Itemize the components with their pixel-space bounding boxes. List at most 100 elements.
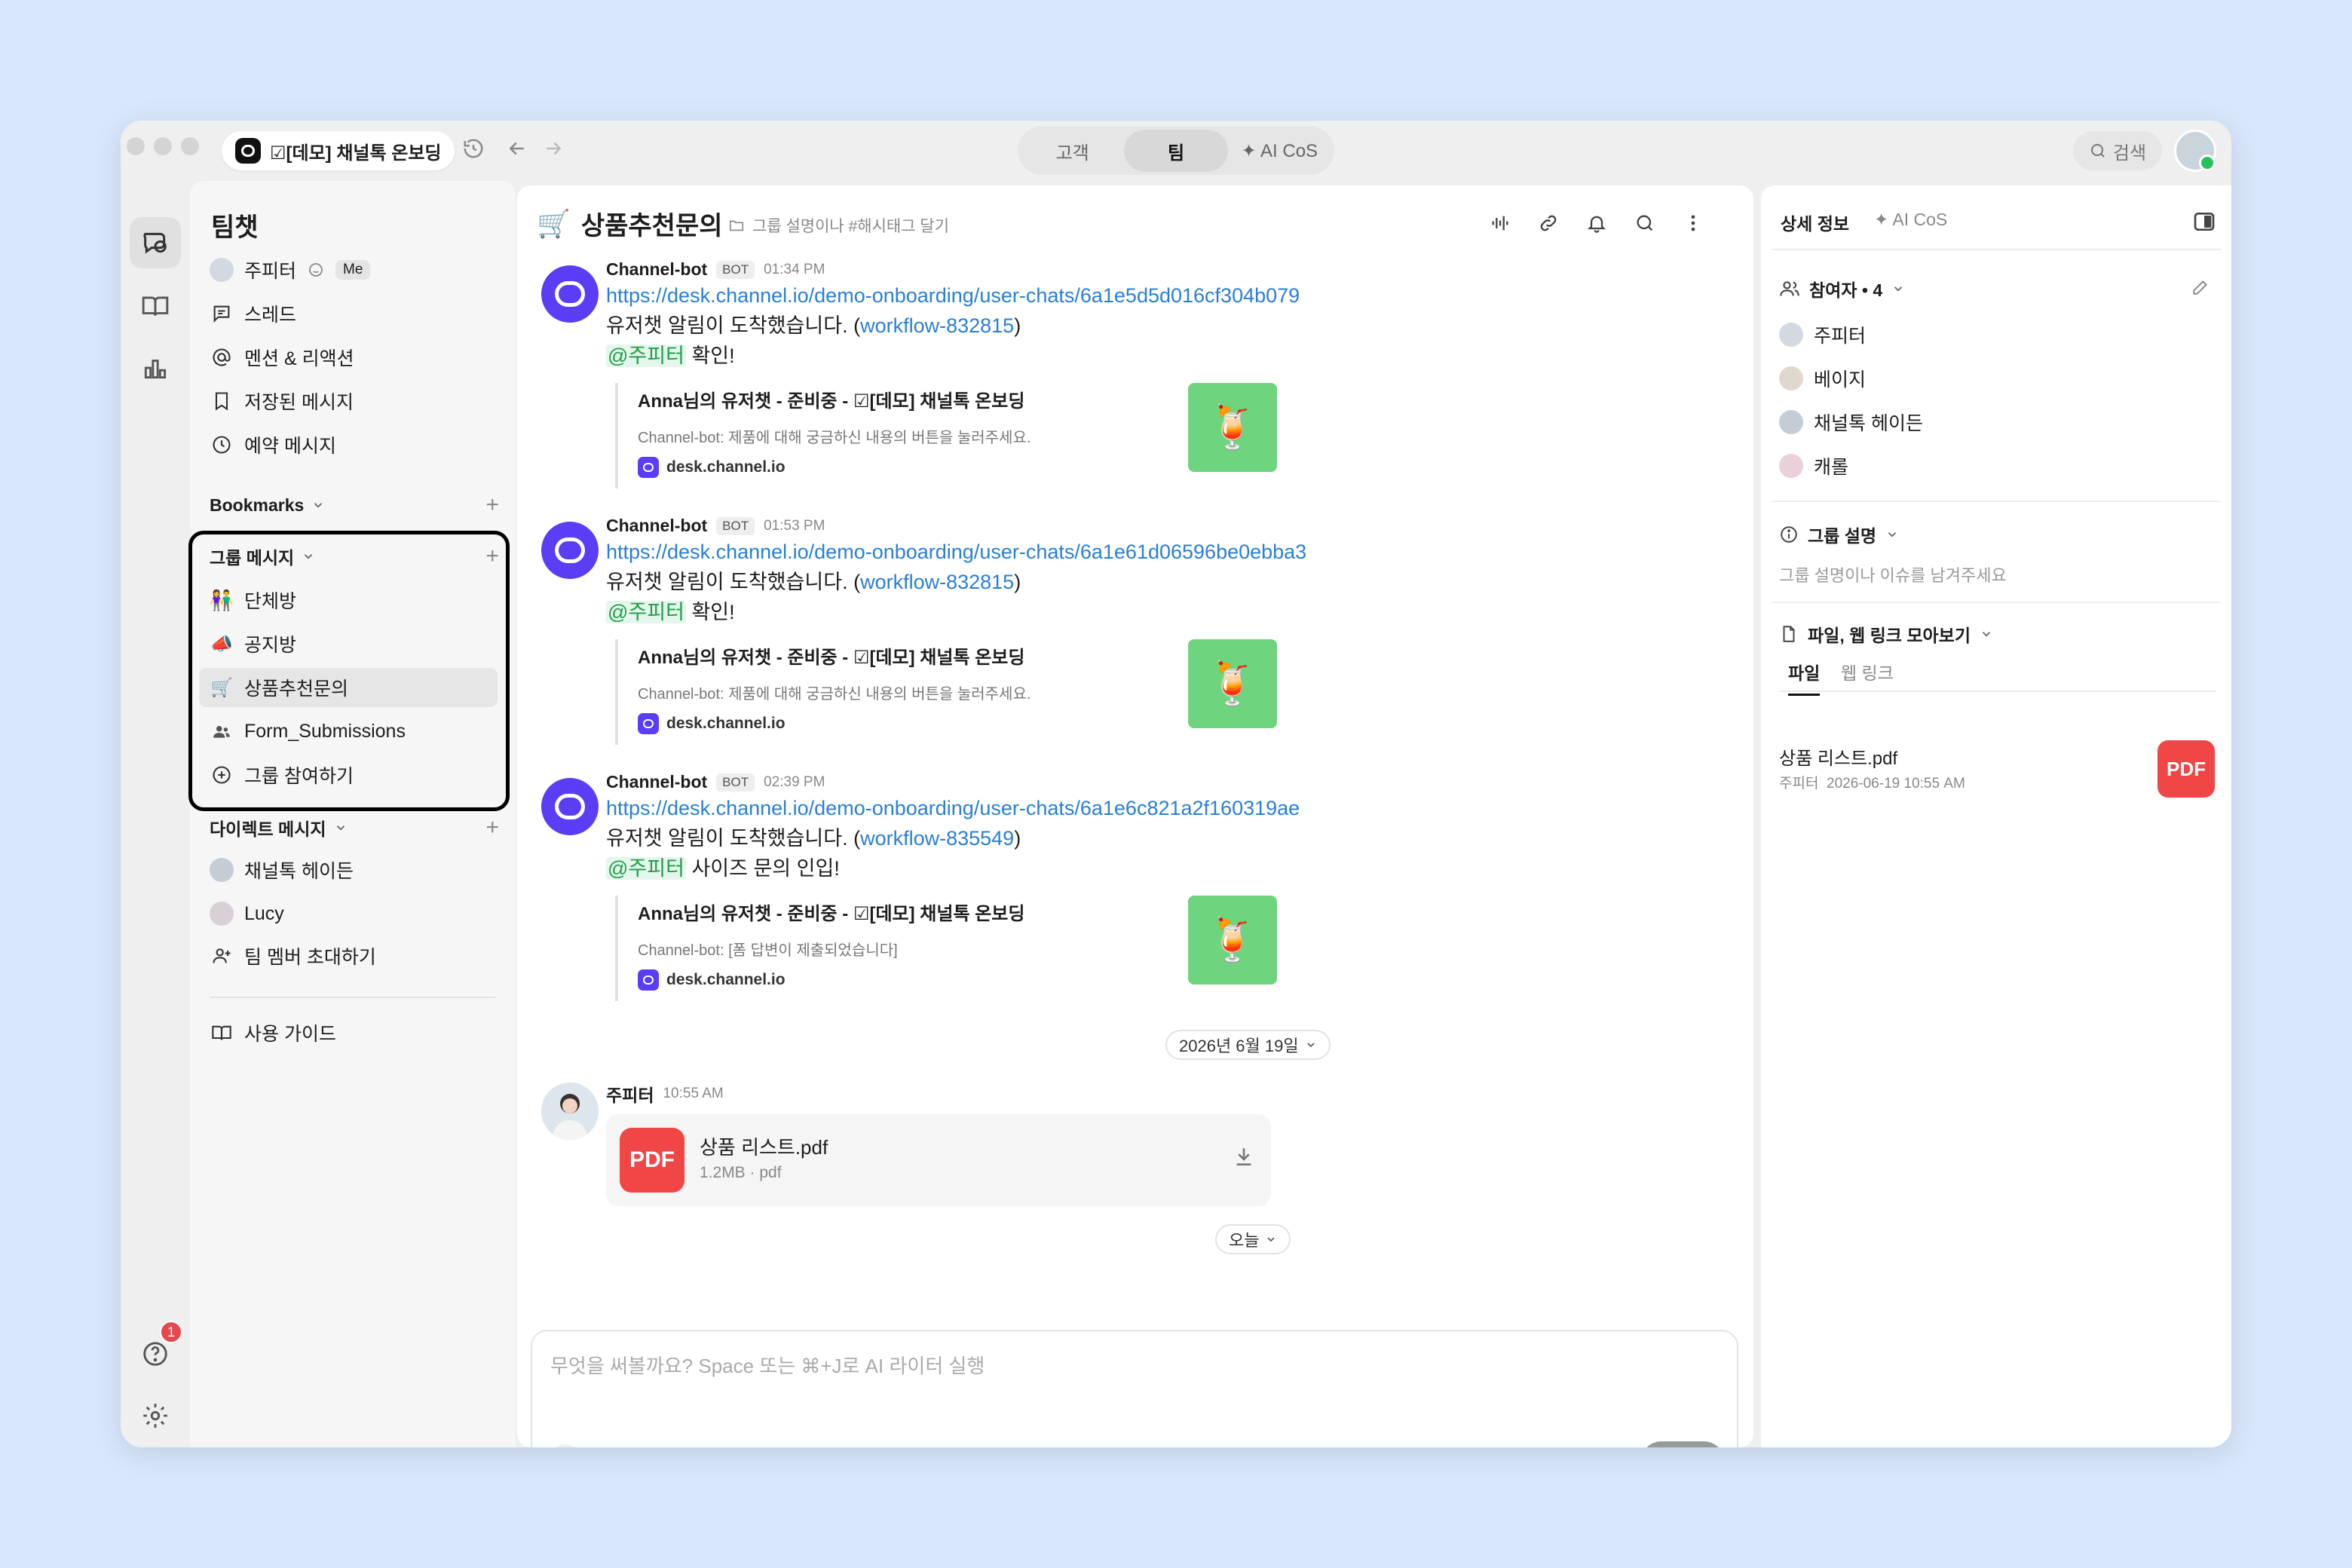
invite-member-button[interactable]: 팀 멤버 초대하기 (199, 936, 498, 975)
group-description-header[interactable]: 그룹 설명 (1779, 522, 1899, 547)
audio-wave-icon[interactable] (1487, 210, 1514, 237)
sidebar-item-dm-lucy[interactable]: Lucy (199, 894, 498, 933)
window-close-button[interactable] (127, 137, 145, 155)
segment-team[interactable]: 팀 (1124, 130, 1228, 172)
group-description-label: 그룹 설명 (1808, 526, 1877, 546)
pdf-file-icon: PDF (620, 1128, 684, 1193)
panel-divider (1772, 249, 2221, 250)
back-arrow-icon[interactable] (504, 137, 531, 164)
message-url-link[interactable]: https://desk.channel.io/demo-onboarding/… (606, 797, 1300, 819)
files-links-header[interactable]: 파일, 웹 링크 모아보기 (1779, 621, 1993, 647)
participant-item[interactable]: 채널톡 헤이든 (1779, 406, 1923, 439)
sidebar-item-me[interactable]: 주피터 Me (199, 250, 498, 289)
participant-item[interactable]: 주피터 (1779, 318, 1866, 351)
sidebar-item-threads[interactable]: 스레드 (199, 294, 498, 333)
workflow-link[interactable]: workflow-835549 (860, 827, 1014, 850)
add-dm-button[interactable]: + (485, 815, 499, 841)
tab-details[interactable]: 상세 정보 (1781, 210, 1849, 235)
chat-title: 🛒 상품추천문의 (537, 205, 723, 242)
file-attachment[interactable]: PDF 상품 리스트.pdf 1.2MB · pdf (606, 1114, 1271, 1206)
link-preview-card[interactable]: Anna님의 유저챗 - 준비중 - ☑[데모] 채널톡 온보딩 Channel… (615, 639, 1279, 745)
send-button[interactable] (1640, 1441, 1725, 1447)
link-preview-card[interactable]: Anna님의 유저챗 - 준비중 - ☑[데모] 채널톡 온보딩 Channel… (615, 383, 1279, 488)
help-notification-badge: 1 (160, 1321, 182, 1343)
tab-ai-cos[interactable]: ✦ AI CoS (1874, 210, 1947, 230)
sidebar-item-label: 저장된 메시지 (244, 392, 354, 413)
emoji-icon[interactable] (635, 1444, 671, 1447)
workflow-link[interactable]: workflow-832815 (860, 571, 1014, 593)
sidebar-item-scheduled[interactable]: 예약 메시지 (199, 425, 498, 464)
workspace-tab[interactable]: ☑[데모] 채널톡 온보딩 (222, 131, 455, 170)
thread-icon (210, 302, 234, 326)
workflow-link[interactable]: workflow-832815 (860, 314, 1014, 337)
chat-description-button[interactable]: 그룹 설명이나 #해시태그 달기 (728, 214, 949, 237)
bookmarks-header[interactable]: Bookmarks + (210, 490, 505, 520)
search-button[interactable]: 검색 (2073, 131, 2162, 170)
window-minimize-button[interactable] (154, 137, 172, 155)
tropical-drink-icon: 🍹 (1188, 896, 1277, 985)
settings-gear-icon[interactable] (130, 1390, 181, 1441)
pdf-file-icon[interactable]: PDF (2158, 740, 2215, 798)
link-preview-card[interactable]: Anna님의 유저챗 - 준비중 - ☑[데모] 채널톡 온보딩 Channel… (615, 896, 1279, 1001)
panel-file-name[interactable]: 상품 리스트.pdf (1779, 743, 1897, 770)
segment-customer[interactable]: 고객 (1021, 130, 1124, 172)
today-divider[interactable]: 오늘 (1215, 1224, 1291, 1254)
search-icon[interactable] (1631, 210, 1658, 237)
message-url-link[interactable]: https://desk.channel.io/demo-onboarding/… (606, 541, 1306, 563)
sidebar-item-dm-hayden[interactable]: 채널톡 헤이든 (199, 850, 498, 890)
message-text: 유저챗 알림이 도착했습니다. ( (606, 314, 861, 337)
participant-item[interactable]: 베이지 (1779, 362, 1866, 395)
tab-web-links[interactable]: 웹 링크 (1841, 659, 1894, 684)
forward-arrow-icon[interactable] (540, 137, 567, 164)
sidebar-item-label: 멘션 & 리액션 (244, 348, 354, 369)
bell-icon[interactable] (1583, 210, 1610, 237)
mention-icon[interactable] (678, 1444, 715, 1447)
participants-header[interactable]: 참여자 • 4 (1779, 276, 1905, 302)
card-message-icon[interactable] (722, 1444, 758, 1447)
team-chat-icon[interactable] (130, 217, 181, 268)
direct-messages-header[interactable]: 다이렉트 메시지 + (210, 813, 505, 843)
card-site-text: desk.channel.io (666, 715, 786, 732)
segment-ai-cos[interactable]: ✦ AI CoS (1228, 130, 1331, 172)
channel-logo-icon (638, 969, 659, 991)
download-icon[interactable] (1232, 1144, 1256, 1172)
slash-command-icon[interactable] (786, 1444, 822, 1447)
mention-tag[interactable]: @주피터 (606, 345, 686, 367)
docs-book-icon[interactable] (130, 280, 181, 332)
group-description-input[interactable]: 그룹 설명이나 이슈를 남겨주세요 (1779, 562, 2007, 586)
edit-icon[interactable] (2191, 277, 2210, 301)
user-guide-button[interactable]: 사용 가이드 (199, 1013, 498, 1052)
ai-magic-wand-icon[interactable] (1595, 1444, 1631, 1447)
panel-toggle-icon[interactable] (2192, 210, 2216, 237)
message-url-link[interactable]: https://desk.channel.io/demo-onboarding/… (606, 284, 1300, 307)
open-book-icon (210, 1021, 234, 1045)
sidebar-item-mentions[interactable]: 멘션 & 리액션 (199, 338, 498, 377)
date-divider[interactable]: 2026년 6월 19일 (1165, 1030, 1331, 1060)
window-zoom-button[interactable] (181, 137, 199, 155)
message-composer[interactable]: 무엇을 써볼까요? Space 또는 ⌘+J로 AI 라이터 실행 T (531, 1330, 1738, 1447)
file-tabs: 파일 웹 링크 (1779, 650, 2216, 696)
sidebar-item-saved[interactable]: 저장된 메시지 (199, 381, 498, 421)
tab-files[interactable]: 파일 (1788, 659, 1821, 696)
mention-tag[interactable]: @주피터 (606, 857, 686, 880)
file-icon (1783, 626, 1795, 642)
chat-subtitle: 그룹 설명이나 #해시태그 달기 (752, 218, 950, 235)
message-text: ) (1014, 827, 1021, 850)
link-icon[interactable] (1535, 210, 1562, 237)
avatar (210, 858, 234, 882)
message-text-line: 유저챗 알림이 도착했습니다. (workflow-835549) (606, 823, 1021, 853)
profile-avatar[interactable] (2174, 130, 2216, 172)
statistics-icon[interactable] (130, 342, 181, 394)
participant-item[interactable]: 캐롤 (1779, 449, 1848, 482)
today-divider-label: 오늘 (1229, 1231, 1260, 1250)
text-format-icon[interactable]: T (591, 1444, 627, 1447)
more-vertical-icon[interactable] (1680, 210, 1707, 237)
panel-file-meta: 주피터 2026-06-19 10:55 AM (1779, 772, 1965, 792)
history-icon[interactable] (460, 137, 487, 164)
mention-tag[interactable]: @주피터 (606, 601, 686, 623)
plus-icon[interactable] (547, 1444, 583, 1447)
card-site-text: desk.channel.io (666, 458, 786, 476)
add-bookmark-button[interactable]: + (485, 492, 499, 518)
message-text: ) (1014, 314, 1021, 337)
chat-header: 🛒 상품추천문의 그룹 설명이나 #해시태그 달기 (517, 185, 1753, 261)
